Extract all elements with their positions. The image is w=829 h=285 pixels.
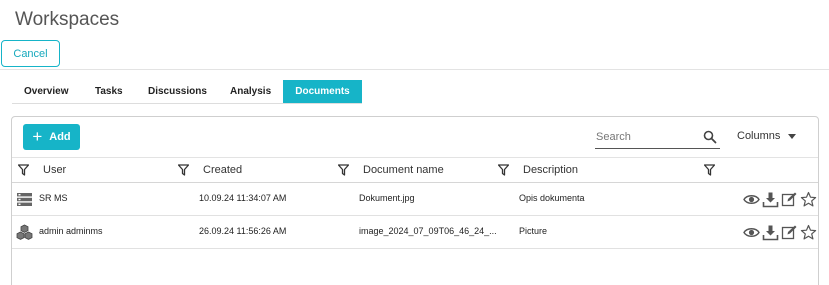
- download-icon[interactable]: [762, 191, 779, 208]
- filter-icon[interactable]: [498, 164, 509, 176]
- tab-overview[interactable]: Overview: [12, 80, 81, 103]
- server-icon: [17, 193, 32, 206]
- edit-icon[interactable]: [781, 191, 798, 208]
- tab-analysis[interactable]: Analysis: [220, 80, 283, 103]
- cell-created: 26.09.24 11:56:26 AM: [199, 226, 287, 236]
- tab-bar: Overview Tasks Discussions Analysis Docu…: [12, 80, 362, 103]
- filter-icon[interactable]: [18, 164, 29, 176]
- search-input[interactable]: [595, 126, 695, 147]
- column-header-description[interactable]: Description: [523, 164, 578, 176]
- row-actions: [743, 191, 817, 208]
- tabs-underline: [12, 103, 362, 104]
- add-button-label: Add: [49, 131, 71, 143]
- columns-label: Columns: [737, 130, 781, 142]
- table-row[interactable]: SR MS 10.09.24 11:34:07 AM Dokument.jpg …: [12, 183, 818, 216]
- add-button[interactable]: + Add: [23, 124, 80, 150]
- cell-user: admin adminms: [39, 226, 103, 236]
- tab-tasks[interactable]: Tasks: [81, 80, 136, 103]
- search-box: [595, 126, 720, 149]
- column-header-document-name[interactable]: Document name: [363, 164, 444, 176]
- view-icon[interactable]: [743, 191, 760, 208]
- page-title: Workspaces: [15, 9, 120, 30]
- chevron-down-icon: [788, 134, 797, 139]
- grid-header: User Created Document name Description: [12, 157, 818, 183]
- header-divider: [0, 69, 829, 70]
- column-header-user[interactable]: User: [43, 164, 66, 176]
- column-header-created[interactable]: Created: [203, 164, 242, 176]
- filter-icon[interactable]: [338, 164, 349, 176]
- cell-description: Picture: [519, 226, 548, 236]
- favorite-icon[interactable]: [800, 224, 817, 241]
- documents-panel: + Add Columns User Created Document name…: [11, 116, 819, 285]
- plus-icon: +: [32, 126, 43, 146]
- tab-discussions[interactable]: Discussions: [136, 80, 220, 103]
- cubes-icon: [16, 224, 33, 240]
- filter-icon[interactable]: [178, 164, 189, 176]
- favorite-icon[interactable]: [800, 191, 817, 208]
- cell-document-name[interactable]: image_2024_07_09T06_46_24_...: [359, 226, 497, 236]
- cell-user: SR MS: [39, 193, 68, 203]
- filter-icon[interactable]: [704, 164, 715, 176]
- tab-documents[interactable]: Documents: [283, 80, 362, 103]
- table-row[interactable]: admin adminms 26.09.24 11:56:26 AM image…: [12, 216, 818, 249]
- download-icon[interactable]: [762, 224, 779, 241]
- cell-created: 10.09.24 11:34:07 AM: [199, 193, 287, 203]
- columns-dropdown[interactable]: Columns: [737, 126, 797, 146]
- edit-icon[interactable]: [781, 224, 798, 241]
- cell-document-name[interactable]: Dokument.jpg: [359, 193, 415, 203]
- search-icon[interactable]: [703, 130, 717, 144]
- cell-description: Opis dokumenta: [519, 193, 585, 203]
- row-actions: [743, 224, 817, 241]
- cancel-button[interactable]: Cancel: [1, 40, 60, 67]
- view-icon[interactable]: [743, 224, 760, 241]
